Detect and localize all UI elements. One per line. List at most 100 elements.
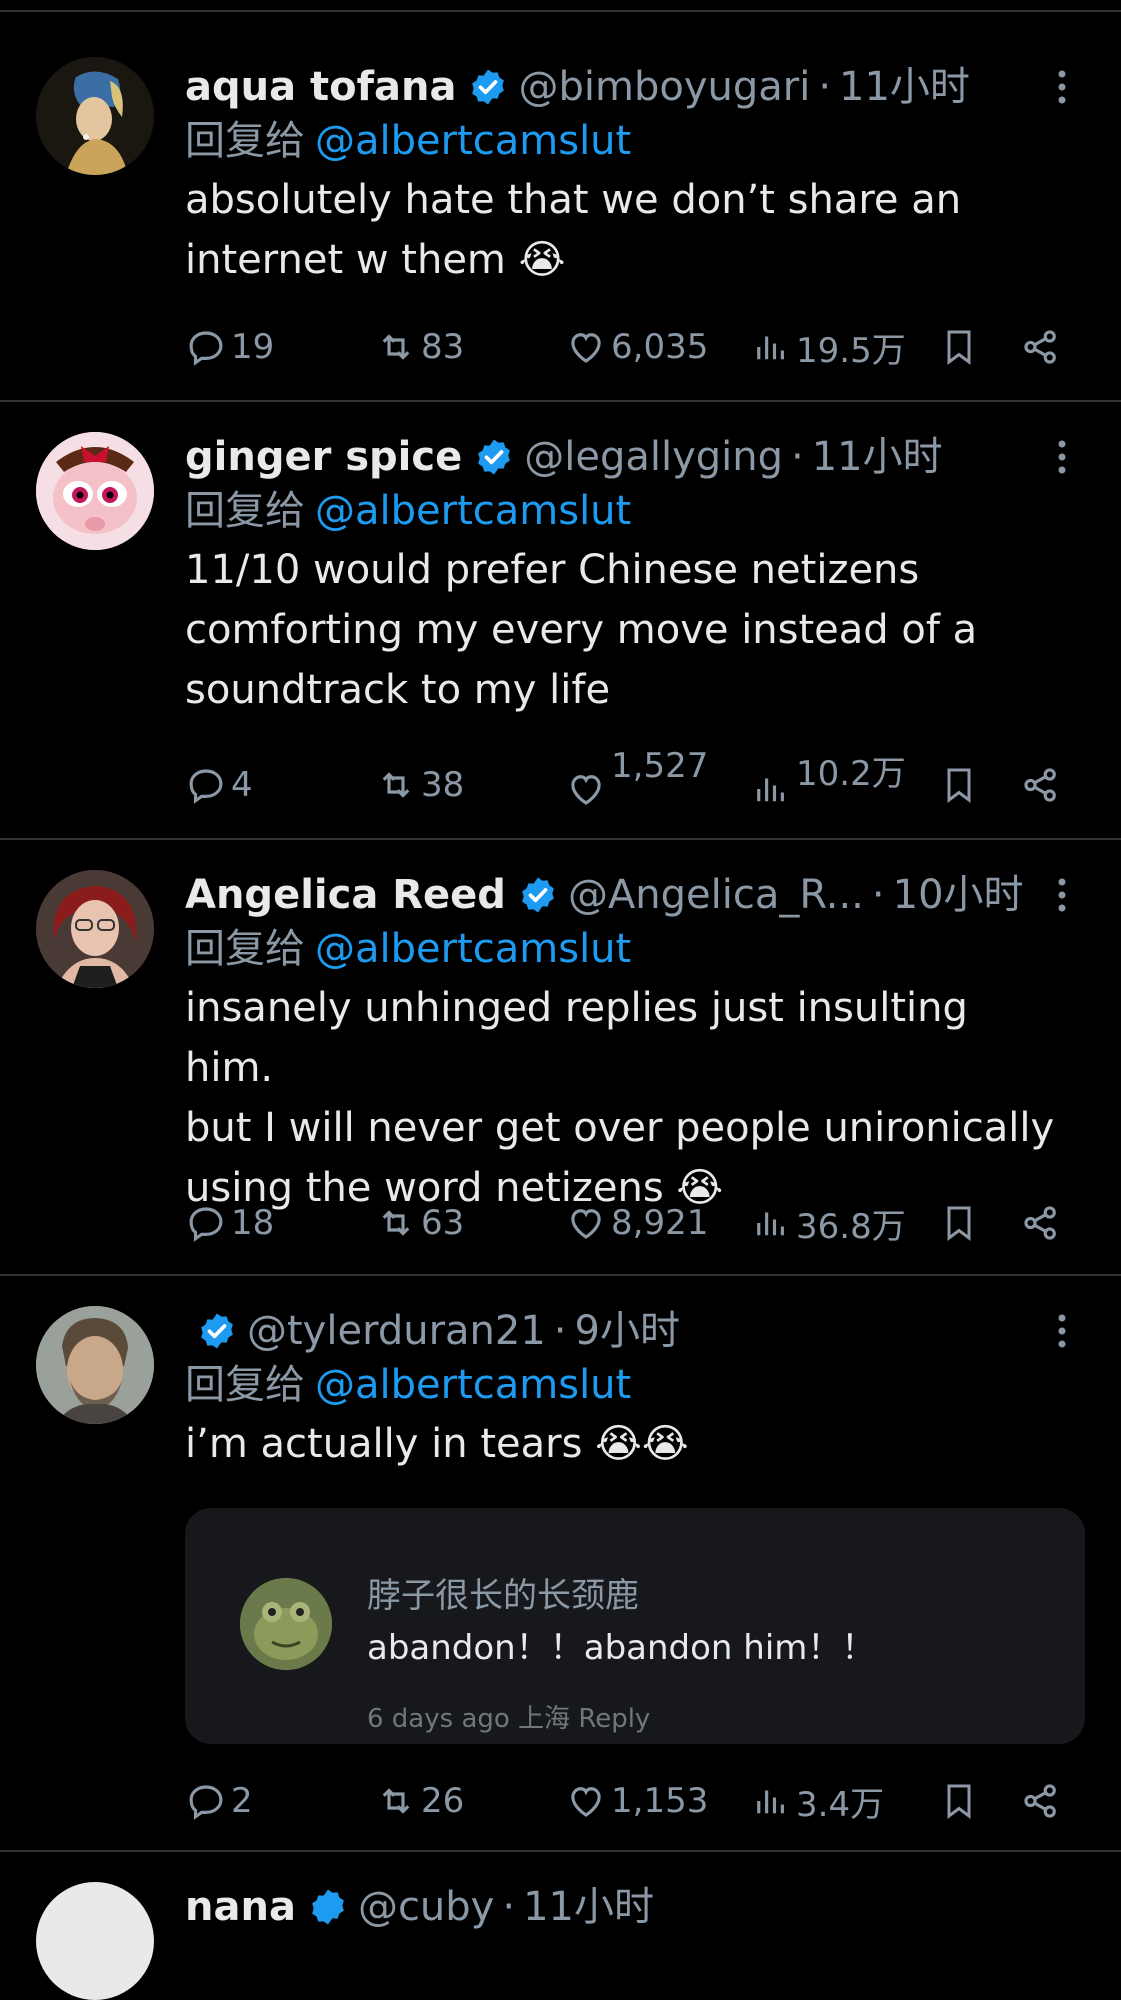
retweet-button[interactable]: 26 xyxy=(375,1776,464,1826)
like-count: 8,921 xyxy=(611,1203,709,1243)
avatar[interactable] xyxy=(36,870,154,988)
tweet-header: ginger spice @legallyging · 11小时 xyxy=(185,432,943,482)
quoted-image[interactable]: 脖子很长的长颈鹿 abandon！！abandon him！！ 6 days a… xyxy=(185,1508,1085,1744)
reply-mention-link[interactable]: @albertcamslut xyxy=(315,1362,631,1408)
like-button[interactable]: 8,921 xyxy=(565,1198,708,1248)
retweet-count: 63 xyxy=(421,1203,465,1243)
views-button[interactable]: 19.5万 xyxy=(750,322,906,372)
retweet-button[interactable]: 38 xyxy=(375,760,464,810)
separator-dot: · xyxy=(502,1884,516,1930)
handle[interactable]: @legallyging xyxy=(524,432,783,482)
timestamp[interactable]: 9小时 xyxy=(575,1306,680,1356)
like-button[interactable]: 6,035 xyxy=(565,322,708,372)
verified-badge-icon xyxy=(312,1889,344,1925)
handle[interactable]: @bimboyugari xyxy=(518,62,810,112)
separator-dot: · xyxy=(553,1308,567,1354)
quote-text: abandon！！abandon him！！ xyxy=(367,1628,876,1668)
retweet-icon xyxy=(382,1788,410,1814)
like-icon xyxy=(571,775,601,805)
verified-badge-icon xyxy=(472,69,505,105)
tweet[interactable]: Angelica Reed @Angelica_R... · 10小时 回复给 @… xyxy=(0,840,1121,1276)
share-button[interactable] xyxy=(1017,1776,1065,1826)
reply-icon xyxy=(189,331,223,366)
like-button[interactable]: 1,527 xyxy=(565,746,708,810)
bookmark-button[interactable] xyxy=(935,1776,983,1826)
tweet-header: @tylerduran21 · 9小时 xyxy=(185,1306,680,1356)
tweet-header: aqua tofana @bimboyugari · 11小时 xyxy=(185,62,970,112)
more-icon[interactable] xyxy=(1044,870,1080,920)
reply-button[interactable]: 18 xyxy=(185,1198,274,1248)
bookmark-icon xyxy=(947,768,971,803)
like-count: 1,153 xyxy=(611,1781,709,1821)
timestamp[interactable]: 10小时 xyxy=(893,870,1024,920)
share-button[interactable] xyxy=(1017,1198,1065,1248)
display-name[interactable]: nana xyxy=(185,1882,296,1932)
handle[interactable]: @tylerduran21 xyxy=(247,1306,546,1356)
more-icon[interactable] xyxy=(1044,432,1080,482)
top-divider xyxy=(0,10,1121,12)
like-button[interactable]: 1,153 xyxy=(565,1776,708,1826)
bookmark-button[interactable] xyxy=(935,1198,983,1248)
reply-button[interactable]: 4 xyxy=(185,760,253,810)
bookmark-button[interactable] xyxy=(935,760,983,810)
display-name[interactable]: Angelica Reed xyxy=(185,870,506,920)
share-button[interactable] xyxy=(1017,760,1065,810)
view-count: 36.8万 xyxy=(796,1206,906,1247)
separator-dot: · xyxy=(791,434,804,480)
display-name[interactable]: aqua tofana xyxy=(185,62,456,112)
verified-badge-icon xyxy=(522,877,554,913)
reply-button[interactable]: 2 xyxy=(185,1776,253,1826)
retweet-icon xyxy=(382,772,410,798)
like-icon xyxy=(571,333,601,363)
like-icon xyxy=(571,1787,601,1817)
action-bar: 19 83 6,035 19.5万 xyxy=(185,322,1085,372)
retweet-button[interactable]: 83 xyxy=(375,322,464,372)
reply-icon xyxy=(189,769,223,804)
retweet-button[interactable]: 63 xyxy=(375,1198,464,1248)
bookmark-icon xyxy=(947,330,971,365)
tweet-header: nana @cuby · 11小时 xyxy=(185,1882,654,1932)
bookmark-icon xyxy=(947,1784,971,1819)
reply-mention-link[interactable]: @albertcamslut xyxy=(315,118,631,164)
views-button[interactable]: 3.4万 xyxy=(750,1776,884,1826)
tweet-text: insanely unhinged replies just insulting… xyxy=(185,985,1055,1211)
bookmark-button[interactable] xyxy=(935,322,983,372)
handle[interactable]: @cuby xyxy=(358,1882,494,1932)
views-icon xyxy=(757,336,784,360)
reply-prefix: 回复给 xyxy=(185,488,305,534)
share-icon xyxy=(1024,1784,1056,1818)
share-icon xyxy=(1024,1206,1056,1240)
next-tweet-partial[interactable]: nana @cuby · 11小时 xyxy=(0,1866,1121,2000)
timestamp[interactable]: 11小时 xyxy=(812,432,943,482)
retweet-count: 38 xyxy=(421,765,465,805)
views-icon xyxy=(757,778,784,802)
view-count: 3.4万 xyxy=(796,1784,885,1825)
views-button[interactable]: 36.8万 xyxy=(750,1198,906,1248)
reply-icon xyxy=(189,1207,223,1242)
reply-mention-link[interactable]: @albertcamslut xyxy=(315,488,631,534)
reply-prefix: 回复给 xyxy=(185,1362,305,1408)
tweet[interactable]: ginger spice @legallyging · 11小时 回复给 @alb… xyxy=(0,402,1121,840)
timestamp[interactable]: 11小时 xyxy=(523,1882,654,1932)
avatar[interactable] xyxy=(36,432,154,550)
reply-context: 回复给 @albertcamslut xyxy=(185,924,631,974)
share-button[interactable] xyxy=(1017,322,1065,372)
avatar[interactable] xyxy=(36,57,154,175)
reply-count: 2 xyxy=(231,1781,253,1821)
avatar[interactable] xyxy=(36,1882,154,2000)
more-icon[interactable] xyxy=(1044,1306,1080,1356)
avatar[interactable] xyxy=(36,1306,154,1424)
handle[interactable]: @Angelica_R... xyxy=(568,870,864,920)
retweet-icon xyxy=(382,1210,410,1236)
display-name[interactable]: ginger spice xyxy=(185,432,462,482)
reply-prefix: 回复给 xyxy=(185,118,305,164)
verified-badge-icon xyxy=(478,439,511,475)
tweet[interactable]: @tylerduran21 · 9小时 回复给 @albertcamslut i’… xyxy=(0,1276,1121,1852)
timestamp[interactable]: 11小时 xyxy=(839,62,970,112)
reply-button[interactable]: 19 xyxy=(185,322,274,372)
more-icon[interactable] xyxy=(1044,62,1080,112)
tweet[interactable]: aqua tofana @bimboyugari · 11小时 回复给 @albe… xyxy=(0,20,1121,402)
share-icon xyxy=(1024,768,1056,802)
reply-mention-link[interactable]: @albertcamslut xyxy=(315,926,631,972)
views-button[interactable]: 10.2万 xyxy=(750,754,906,810)
